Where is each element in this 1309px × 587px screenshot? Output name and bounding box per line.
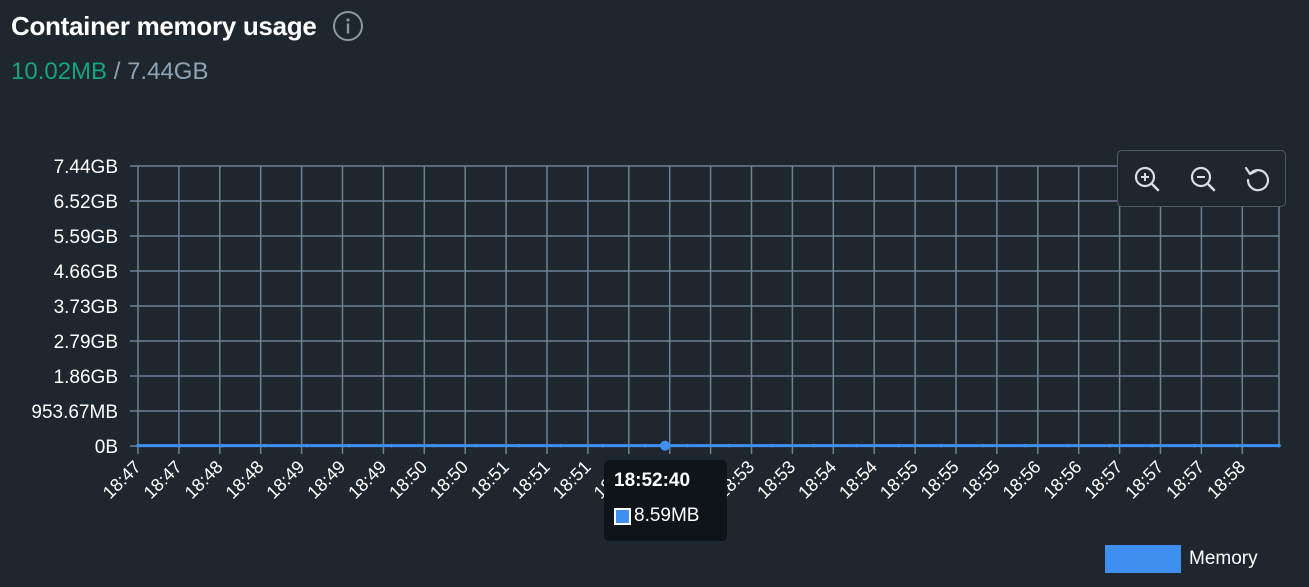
- chart-legend[interactable]: Memory: [1105, 545, 1258, 573]
- memory-point: [601, 443, 605, 448]
- memory-point: [1150, 443, 1155, 448]
- x-tick-label: 18:49: [344, 457, 390, 503]
- memory-point: [1023, 443, 1028, 448]
- memory-point: [1065, 443, 1070, 448]
- chart-toolbar: [1117, 150, 1286, 207]
- legend-label-memory: Memory: [1189, 548, 1258, 569]
- memory-series: [136, 440, 1281, 451]
- x-tick-label: 18:48: [181, 457, 227, 503]
- memory-point: [896, 443, 901, 448]
- memory-point: [136, 443, 140, 448]
- x-tick-label: 18:56: [999, 457, 1045, 503]
- x-tick-label: 18:57: [1080, 457, 1126, 503]
- memory-point: [643, 443, 647, 448]
- x-tick-label: 18:55: [917, 457, 963, 503]
- memory-point: [854, 443, 859, 448]
- memory-point: [1234, 443, 1239, 448]
- tooltip-swatch: [614, 507, 631, 525]
- x-tick-label: 18:49: [262, 457, 308, 503]
- legend-swatch-memory: [1105, 545, 1181, 573]
- x-tick-label: 18:48: [222, 457, 268, 503]
- memory-point: [262, 443, 267, 448]
- memory-point: [981, 443, 985, 448]
- y-axis-ticks: 0B 953.67MB 1.86GB 2.79GB 3.73GB 4.66GB 5.59GB…: [31, 157, 118, 458]
- x-tick-label: 18:51: [549, 457, 595, 503]
- y-tick-label: 1.86GB: [54, 367, 118, 388]
- memory-point: [305, 443, 309, 448]
- y-tick-label: 0B: [95, 437, 118, 458]
- memory-point: [516, 443, 521, 448]
- y-tick-label: 7.44GB: [54, 157, 118, 178]
- memory-point: [727, 443, 732, 448]
- highlighted-point: [660, 440, 670, 451]
- memory-point: [474, 443, 478, 448]
- x-tick-label: 18:58: [1203, 457, 1249, 503]
- memory-point: [1108, 443, 1112, 448]
- tooltip-row: 8.59MB: [614, 505, 717, 527]
- memory-point: [685, 443, 690, 448]
- memory-point: [178, 443, 183, 448]
- memory-point: [812, 443, 816, 448]
- chart-tooltip: 18:52:40 8.59MB: [604, 460, 727, 541]
- x-tick-label: 18:51: [467, 457, 513, 503]
- zoom-in-icon[interactable]: [1132, 164, 1162, 194]
- y-tick-label: 4.66GB: [54, 262, 118, 283]
- x-tick-label: 18:49: [303, 457, 349, 503]
- x-tick-label: 18:47: [99, 457, 145, 503]
- x-tick-label: 18:56: [1040, 457, 1086, 503]
- memory-point: [558, 443, 563, 448]
- x-tick-label: 18:53: [753, 457, 799, 503]
- chart-grid: [130, 165, 1280, 454]
- reset-icon[interactable]: [1243, 164, 1273, 194]
- y-tick-label: 953.67MB: [31, 402, 118, 423]
- y-tick-label: 6.52GB: [54, 192, 118, 213]
- memory-point: [1277, 443, 1281, 448]
- memory-point: [220, 443, 225, 448]
- y-tick-label: 5.59GB: [54, 227, 118, 248]
- y-tick-label: 3.73GB: [54, 297, 118, 318]
- x-tick-label: 18:57: [1162, 457, 1208, 503]
- x-tick-label: 18:51: [508, 457, 554, 503]
- tooltip-time: 18:52:40: [614, 470, 691, 491]
- x-tick-label: 18:54: [835, 457, 881, 503]
- x-tick-label: 18:50: [426, 457, 472, 503]
- memory-point: [389, 443, 394, 448]
- memory-point: [1192, 443, 1197, 448]
- x-tick-label: 18:50: [385, 457, 431, 503]
- y-tick-label: 2.79GB: [54, 332, 118, 353]
- x-tick-label: 18:55: [876, 457, 922, 503]
- zoom-out-icon[interactable]: [1188, 164, 1218, 194]
- x-tick-label: 18:55: [958, 457, 1004, 503]
- x-tick-label: 18:57: [1121, 457, 1167, 503]
- memory-point: [939, 443, 943, 448]
- x-tick-label: 18:47: [140, 457, 186, 503]
- x-tick-label: 18:54: [794, 457, 840, 503]
- memory-point: [770, 443, 774, 448]
- tooltip-value: 8.59MB: [634, 505, 700, 526]
- memory-point: [432, 443, 436, 448]
- memory-point: [347, 443, 352, 448]
